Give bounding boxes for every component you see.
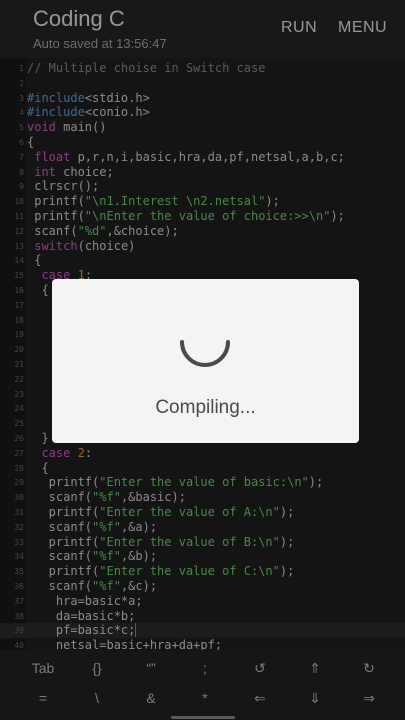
modal-overlay: Compiling...: [0, 0, 405, 720]
compiling-message: Compiling...: [155, 397, 256, 418]
compiling-dialog: Compiling...: [52, 279, 359, 443]
loading-spinner-icon: [180, 340, 230, 367]
